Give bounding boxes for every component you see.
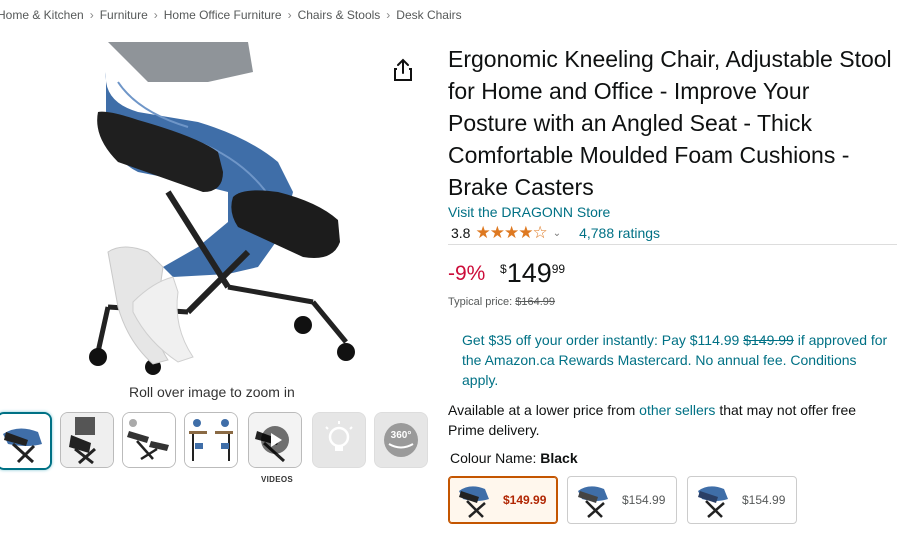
- videos-label: VIDEOS: [261, 475, 294, 484]
- typical-price-label: Typical price:: [448, 296, 513, 308]
- thumbnail-chair-with-person[interactable]: [60, 412, 114, 468]
- other-sellers-notice: Available at a lower price from other se…: [448, 400, 888, 440]
- store-link[interactable]: Visit the DRAGONN Store: [448, 204, 610, 220]
- colour-swatch-1[interactable]: $149.99: [448, 476, 558, 524]
- chevron-down-icon[interactable]: ⌄: [553, 228, 561, 239]
- price-fraction: 99: [551, 262, 566, 276]
- product-title: Ergonomic Kneeling Chair, Adjustable Sto…: [448, 46, 892, 200]
- share-icon[interactable]: [392, 58, 414, 82]
- other-sellers-link[interactable]: other sellers: [639, 402, 715, 418]
- divider: [448, 244, 897, 245]
- swatch-chair-image: [578, 486, 608, 518]
- colour-swatch-3[interactable]: $154.99: [687, 476, 797, 524]
- breadcrumb-chairs-stools[interactable]: Chairs & Stools: [298, 8, 381, 22]
- discount-percentage: -9%: [448, 262, 486, 285]
- promo-strike-price: $149.99: [743, 332, 794, 348]
- typical-price-value: $164.99: [515, 296, 556, 308]
- thumbnail-chair-side-view[interactable]: [0, 412, 52, 470]
- price: $14999: [500, 258, 565, 289]
- thumbnail-video[interactable]: [248, 412, 302, 468]
- typical-price: Typical price: $164.99: [448, 296, 555, 308]
- swatch-chair-image: [698, 486, 728, 518]
- lightbulb-icon: [313, 413, 365, 467]
- promo-text-1: Get $35 off your order instantly: Pay $1…: [462, 332, 740, 348]
- star-rating-icon[interactable]: ★★★★☆: [475, 223, 547, 243]
- breadcrumb: Home & Kitchen › Furniture › Home Office Fur…: [0, 8, 462, 22]
- swatch-price: $154.99: [622, 493, 666, 507]
- breadcrumb-separator: ›: [386, 8, 391, 22]
- breadcrumb-separator: ›: [153, 8, 158, 22]
- breadcrumb-home-office-furniture[interactable]: Home Office Furniture: [164, 8, 282, 22]
- ratings-count-link[interactable]: 4,788 ratings: [579, 225, 660, 241]
- rating-row: 3.8 ★★★★☆ ⌄ 4,788 ratings: [451, 223, 660, 243]
- svg-text:360°: 360°: [391, 430, 412, 441]
- thumbnail-chair-features[interactable]: [122, 412, 176, 468]
- thumbnail-lightbulb[interactable]: [312, 412, 366, 468]
- colour-value: Black: [540, 450, 578, 466]
- swatch-price: $154.99: [742, 493, 786, 507]
- breadcrumb-desk-chairs[interactable]: Desk Chairs: [396, 8, 461, 22]
- colour-swatch-2[interactable]: $154.99: [567, 476, 677, 524]
- colour-label: Colour Name: Black: [450, 450, 578, 466]
- 360-view-icon: 360°: [375, 413, 427, 467]
- thumbnail-chair-desk-setup[interactable]: [184, 412, 238, 468]
- main-product-image[interactable]: [78, 42, 358, 377]
- promo-offer[interactable]: Get $35 off your order instantly: Pay $1…: [462, 330, 892, 390]
- swatch-price: $149.99: [503, 493, 547, 507]
- breadcrumb-home-kitchen[interactable]: Home & Kitchen: [0, 8, 84, 22]
- rating-value: 3.8: [451, 225, 471, 241]
- zoom-hint: Roll over image to zoom in: [129, 384, 295, 400]
- swatch-chair-image: [459, 486, 489, 518]
- other-sellers-text-pre: Available at a lower price from: [448, 402, 636, 418]
- breadcrumb-furniture[interactable]: Furniture: [100, 8, 148, 22]
- price-symbol: $: [500, 262, 507, 276]
- breadcrumb-separator: ›: [89, 8, 94, 22]
- price-whole: 149: [506, 258, 552, 288]
- breadcrumb-separator: ›: [287, 8, 292, 22]
- thumbnail-360-view[interactable]: 360°: [374, 412, 428, 468]
- colour-label-text: Colour Name:: [450, 450, 537, 466]
